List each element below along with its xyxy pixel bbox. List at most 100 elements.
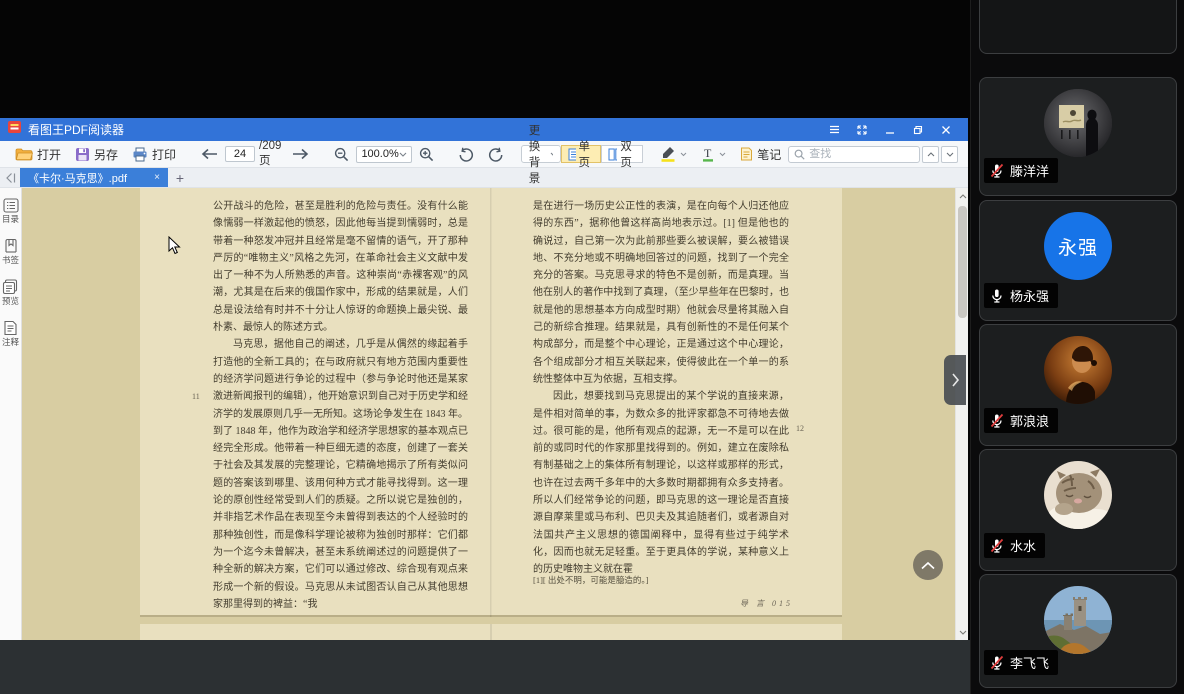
toc-icon (2, 198, 19, 213)
double-page-label: 双页 (620, 141, 632, 169)
tab-title: 《卡尔·马克思》.pdf (28, 172, 128, 185)
pdf-page-spread: 11 公开战斗的危险，甚至是胜利的危险与责任。没有什么能像懦弱一样激起他的愤怒，… (140, 188, 842, 617)
single-page-icon (568, 148, 576, 160)
participant-tile[interactable]: 滕洋洋 (979, 77, 1177, 196)
participant-name-badge: 郭浪浪 (984, 408, 1059, 433)
vertical-scrollbar[interactable] (955, 188, 968, 640)
paragraph: 因此，想要找到马克思提出的某个学说的直接来源，是件相对简单的事，为数众多的批评家… (533, 391, 789, 576)
open-label: 打开 (37, 147, 62, 162)
zoom-level-value: 100.0% (361, 148, 399, 160)
avatar (1044, 461, 1112, 529)
sidebar-item-annotations[interactable]: 注释 (1, 320, 21, 347)
underline-text-icon: T (703, 146, 714, 162)
next-page-icon[interactable] (285, 143, 317, 165)
print-button[interactable]: 打印 (125, 143, 183, 165)
participant-tile[interactable]: 永强 杨永强 (979, 200, 1177, 321)
document-viewport: 目录 书签 预览 注释 11 公开战斗的危险，甚至是胜利的危险与责任。没有什么能… (0, 188, 968, 640)
participant-name: 杨永强 (1010, 289, 1050, 304)
participant-tile-partial[interactable] (979, 0, 1177, 54)
single-page-button[interactable]: 单页 (561, 141, 601, 169)
participant-name-badge: 水水 (984, 533, 1046, 558)
scrollbar-thumb[interactable] (958, 206, 967, 318)
paragraph: 公开战斗的危险，甚至是胜利的危险与责任。没有什么能像懦弱一样激起他的愤怒，因此他… (213, 201, 468, 334)
participant-name: 郭浪浪 (1010, 414, 1050, 429)
microphone-muted-icon (990, 655, 1004, 670)
find-previous-button[interactable] (922, 145, 940, 163)
fullscreen-icon[interactable] (848, 118, 876, 141)
scroll-up-icon[interactable] (956, 190, 968, 202)
scroll-down-icon[interactable] (956, 626, 968, 638)
microphone-muted-icon (990, 538, 1004, 553)
chevron-down-icon (399, 152, 407, 157)
find-next-button[interactable] (941, 145, 959, 163)
print-label: 打印 (152, 147, 177, 162)
chevron-up-icon (921, 561, 935, 569)
restore-icon[interactable] (904, 118, 932, 141)
annotation-icon (4, 320, 17, 336)
avatar (1044, 586, 1112, 654)
previous-page-icon[interactable] (193, 143, 225, 165)
paragraph: 是在进行一场历史公正性的表演，是在向每个人归还他应得的东西”，据称他曾这样高尚地… (533, 201, 789, 385)
note-icon (741, 147, 753, 161)
participant-name: 李飞飞 (1010, 656, 1050, 671)
participant-tile[interactable]: 李飞飞 (979, 574, 1177, 688)
chevron-down-icon (680, 152, 687, 156)
double-page-button[interactable]: 双页 (600, 141, 644, 169)
save-as-label: 另存 (94, 147, 119, 162)
search-input[interactable] (809, 148, 910, 160)
change-background-dropdown[interactable]: 更换背景 (520, 125, 562, 185)
castle-photo (1044, 586, 1112, 654)
app-logo-icon (8, 120, 22, 139)
zoom-in-icon[interactable] (412, 143, 441, 165)
thumbnails-icon (2, 279, 18, 295)
participant-name: 滕洋洋 (1010, 164, 1050, 179)
underline-text-button[interactable]: T (694, 143, 733, 165)
bookmark-icon (4, 238, 17, 253)
cat-photo (1044, 461, 1112, 529)
next-page-spread-preview (140, 624, 842, 640)
highlighter-button[interactable] (653, 143, 694, 165)
window-titlebar: 看图王PDF阅读器 (0, 118, 968, 141)
page-total-label: /209页 (259, 140, 282, 167)
sidebar-item-toc[interactable]: 目录 (1, 198, 21, 224)
new-tab-button[interactable]: + (168, 168, 192, 187)
chevron-down-icon (719, 152, 726, 156)
participant-tile[interactable]: 郭浪浪 (979, 324, 1177, 446)
sidebar-item-bookmarks[interactable]: 书签 (1, 238, 21, 265)
save-as-button[interactable]: 另存 (68, 143, 125, 165)
zoom-out-icon[interactable] (327, 143, 356, 165)
open-button[interactable]: 打开 (8, 143, 68, 165)
zoom-level-dropdown[interactable]: 100.0% (356, 145, 412, 163)
right-page-text: 是在进行一场历史公正性的表演，是在向每个人归还他应得的东西”，据称他曾这样高尚地… (533, 198, 789, 579)
rotate-right-icon[interactable] (481, 143, 511, 165)
highlighter-icon (661, 147, 675, 162)
menu-icon[interactable] (820, 118, 848, 141)
next-page-flyout-button[interactable] (944, 355, 966, 405)
page-number-input[interactable] (225, 146, 256, 162)
notes-label: 笔记 (757, 147, 782, 162)
double-page-icon (608, 148, 618, 160)
paragraph: 马克思，据他自己的阐述，几乎是从偶然的缘起着手打造他的全新工具的；在与政府就只有… (213, 339, 468, 610)
shared-screen-region: 看图王PDF阅读器 打开 另存 打印 24 /209页 100.0% 更换背景 … (0, 0, 970, 694)
sidebar-item-thumbnails[interactable]: 预览 (1, 279, 21, 306)
microphone-on-icon (992, 289, 1002, 303)
participant-name-badge: 杨永强 (984, 283, 1059, 308)
notes-button[interactable]: 笔记 (733, 143, 788, 165)
right-margin-number: 12 (796, 424, 804, 433)
svg-text:T: T (704, 146, 712, 160)
mouse-cursor (168, 236, 181, 255)
window-title: 看图王PDF阅读器 (28, 123, 125, 137)
close-icon[interactable] (932, 118, 960, 141)
tab-karl-marx-pdf[interactable]: 《卡尔·马克思》.pdf × (20, 168, 168, 187)
microphone-muted-icon (990, 163, 1004, 178)
page-fold-divider (490, 188, 492, 617)
search-field[interactable] (788, 145, 921, 163)
minimize-icon[interactable] (876, 118, 904, 141)
change-background-label: 更换背景 (528, 125, 541, 185)
collapse-tabs-icon[interactable] (0, 168, 20, 187)
tab-close-icon[interactable]: × (154, 172, 160, 183)
rotate-left-icon[interactable] (451, 143, 481, 165)
pdf-reader-window: 看图王PDF阅读器 打开 另存 打印 24 /209页 100.0% 更换背景 … (0, 118, 968, 640)
back-to-top-button[interactable] (913, 550, 943, 580)
participant-tile[interactable]: 水水 (979, 449, 1177, 571)
